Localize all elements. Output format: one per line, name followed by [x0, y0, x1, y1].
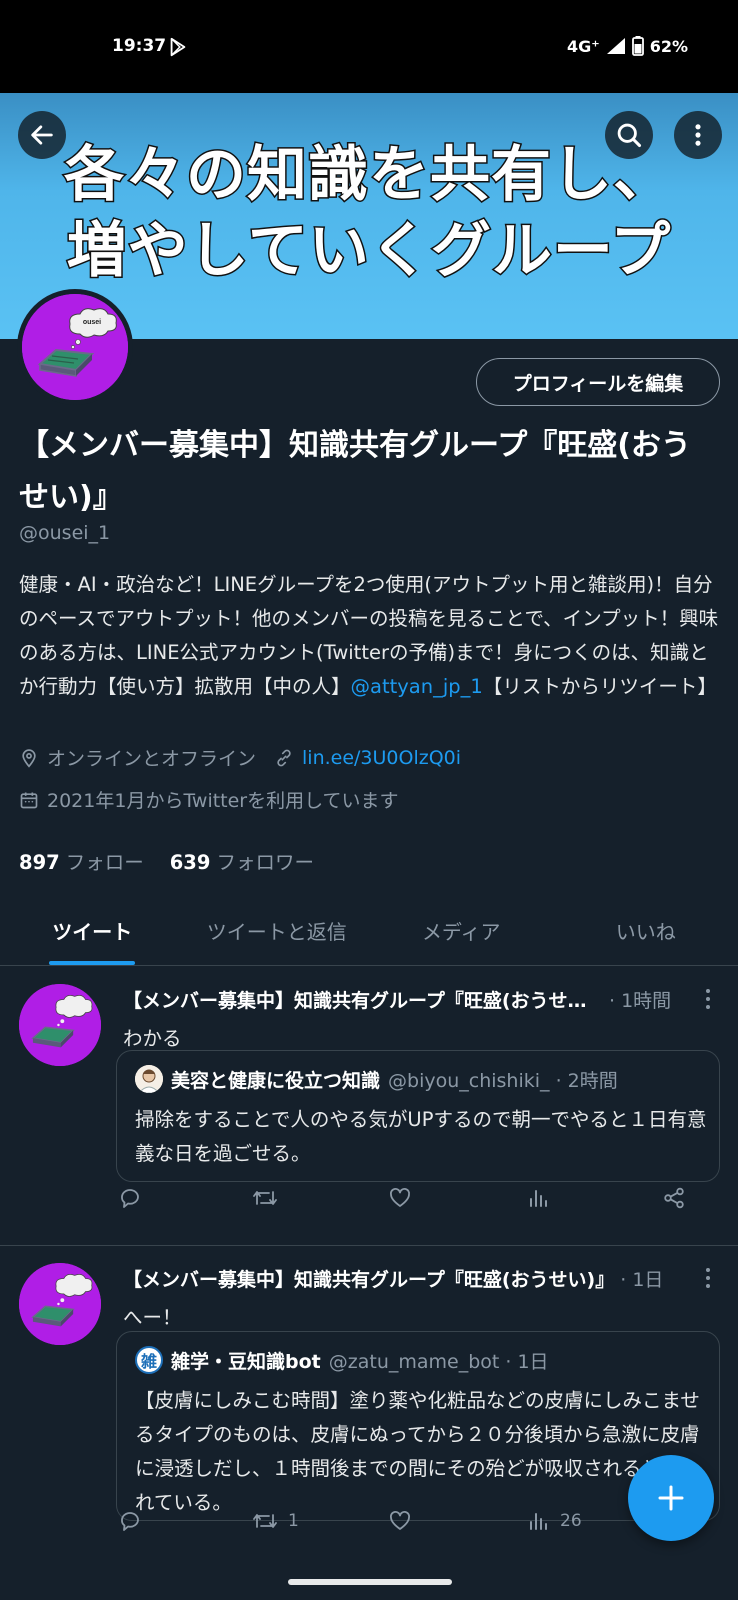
heart-icon [390, 1511, 410, 1530]
quoted-avatar [135, 1065, 163, 1093]
reply-icon [121, 1189, 139, 1208]
reply-button[interactable] [118, 1186, 142, 1210]
like-button[interactable] [388, 1509, 412, 1533]
tweet-text: わかる [123, 1027, 182, 1050]
profile-location: オンラインとオフライン [47, 748, 257, 770]
tweet-text: へー！ [123, 1306, 182, 1329]
followers-count: 639 [169, 851, 211, 874]
followers-link[interactable]: 639 フォロワー [170, 846, 314, 875]
arrow-left-icon [31, 125, 53, 145]
compose-tweet-button[interactable] [628, 1455, 714, 1541]
profile-meta-joined: 2021年1月からTwitterを利用しています [19, 786, 399, 813]
bio-tail: 【リストからリツイート】 [482, 675, 717, 698]
retweet-button[interactable]: 1 [252, 1509, 299, 1533]
tweet-avatar[interactable] [19, 1263, 101, 1345]
quoted-author-name: 雑学・豆知識bot [171, 1350, 321, 1373]
location-icon [22, 748, 36, 768]
views-button[interactable] [526, 1186, 560, 1210]
tweet-actions [116, 1186, 716, 1216]
share-icon [664, 1187, 684, 1209]
avatar-image [19, 1263, 101, 1345]
following-label: フォロー [65, 851, 144, 874]
quoted-text: 掃除をすることで人のやる気がUPするので朝一でやると１日有意義な日を過ごせる。 [135, 1108, 707, 1165]
more-vertical-icon [695, 124, 701, 146]
avatar-image [19, 984, 101, 1066]
banner-line-2: 増やしていくグループ [65, 216, 672, 286]
signal-icon [606, 38, 625, 54]
edit-profile-button[interactable]: プロフィールを編集 [476, 358, 720, 406]
search-button[interactable] [605, 111, 653, 159]
profile-bio: 健康・AI・政治など！LINEグループを2つ使用(アウトプット用と雑談用)！自分… [19, 568, 719, 704]
retweet-icon [253, 1191, 277, 1205]
tweet-header: 【メンバー募集中】知識共有グループ『旺盛(おうせい)』 · 1日 [123, 1265, 703, 1292]
tweet-author-name[interactable]: 【メンバー募集中】知識共有グループ『旺盛(おうせい)』 [123, 1265, 614, 1292]
tweet-item[interactable]: 【メンバー募集中】知識共有グループ『旺盛(おうせい)』 · 1時間 わかる 美容… [0, 966, 738, 1246]
share-button[interactable] [662, 1186, 686, 1210]
quoted-tweet[interactable]: 美容と健康に役立つ知識 @biyou_chishiki_ · 2時間 掃除をする… [116, 1050, 720, 1182]
calendar-icon [20, 792, 38, 808]
views-icon [530, 1190, 547, 1207]
profile-avatar[interactable]: ousei [17, 289, 133, 405]
heart-icon [390, 1188, 410, 1207]
views-count: 26 [560, 1511, 582, 1531]
quoted-text: 【皮膚にしみこむ時間】塗り薬や化粧品などの皮膚にしみこませるタイプのものは、皮膚… [135, 1389, 701, 1514]
quoted-meta: @biyou_chishiki_ · 2時間 [388, 1069, 618, 1092]
tab-media[interactable]: メディア [369, 900, 554, 965]
plus-icon [658, 1485, 684, 1511]
tweet-time[interactable]: · 1日 [620, 1265, 663, 1292]
quoted-meta: @zatu_mame_bot · 1日 [328, 1350, 549, 1373]
quoted-avatar: 雑 [135, 1346, 163, 1374]
following-count: 897 [19, 851, 60, 874]
more-options-button[interactable] [674, 111, 722, 159]
search-icon [617, 123, 642, 148]
like-button[interactable] [388, 1186, 412, 1210]
profile-display-name: 【メンバー募集中】知識共有グループ『旺盛(おうせい)』 [19, 428, 691, 515]
profile-joined-date: 2021年1月からTwitterを利用しています [47, 790, 399, 812]
person-avatar-icon [135, 1065, 163, 1093]
tab-tweets[interactable]: ツイート [0, 900, 185, 965]
profile-meta-location-link: オンラインとオフライン lin.ee/3U0OlzQ0i [19, 744, 461, 771]
profile-handle: @ousei_1 [19, 522, 111, 544]
tweet-author-name[interactable]: 【メンバー募集中】知識共有グループ『旺盛(おうせい)』 [123, 986, 603, 1013]
back-button[interactable] [18, 111, 66, 159]
link-icon [277, 749, 291, 766]
retweet-icon [253, 1514, 277, 1528]
tweet-item[interactable]: 【メンバー募集中】知識共有グループ『旺盛(おうせい)』 · 1日 へー！ 雑 雑… [0, 1247, 738, 1600]
battery-icon [631, 36, 644, 56]
status-bar: 19:37 4G⁺ 62% [0, 0, 738, 93]
tweet-time[interactable]: · 1時間 [609, 986, 671, 1013]
tab-likes[interactable]: いいね [554, 900, 738, 965]
tab-tweets-and-replies[interactable]: ツイートと返信 [185, 900, 370, 965]
tweet-more-icon[interactable] [704, 1267, 712, 1289]
avatar-image: ousei [22, 294, 128, 400]
quoted-author-name: 美容と健康に役立つ知識 [171, 1069, 381, 1092]
tweet-actions: 1 26 [116, 1509, 716, 1539]
retweet-button[interactable] [252, 1186, 288, 1210]
home-indicator[interactable] [288, 1579, 452, 1585]
status-right: 4G⁺ 62% [567, 36, 688, 56]
reply-icon [121, 1512, 139, 1531]
battery-percent: 62% [649, 36, 688, 56]
avatar-text: ousei [83, 319, 101, 326]
quoted-tweet-header: 雑 雑学・豆知識bot @zatu_mame_bot · 1日 [135, 1346, 549, 1374]
tweet-more-icon[interactable] [704, 988, 712, 1010]
retweet-count: 1 [288, 1511, 299, 1531]
play-store-icon [170, 37, 186, 57]
bio-mention-link[interactable]: @attyan_jp_1 [351, 675, 483, 698]
reply-button[interactable] [118, 1509, 142, 1533]
profile-website-link[interactable]: lin.ee/3U0OlzQ0i [302, 747, 461, 769]
status-time: 19:37 [112, 36, 167, 56]
quoted-tweet-header: 美容と健康に役立つ知識 @biyou_chishiki_ · 2時間 [135, 1065, 618, 1093]
followers-label: フォロワー [216, 851, 314, 874]
views-button[interactable]: 26 [526, 1509, 582, 1533]
tweet-avatar[interactable] [19, 984, 101, 1066]
network-type: 4G⁺ [566, 36, 600, 56]
following-link[interactable]: 897 フォロー [19, 846, 144, 875]
profile-tabs: ツイート ツイートと返信 メディア いいね [0, 900, 738, 966]
views-icon [530, 1513, 547, 1530]
tweet-header: 【メンバー募集中】知識共有グループ『旺盛(おうせい)』 · 1時間 [123, 986, 703, 1013]
follow-counts: 897 フォロー 639 フォロワー [19, 846, 314, 875]
